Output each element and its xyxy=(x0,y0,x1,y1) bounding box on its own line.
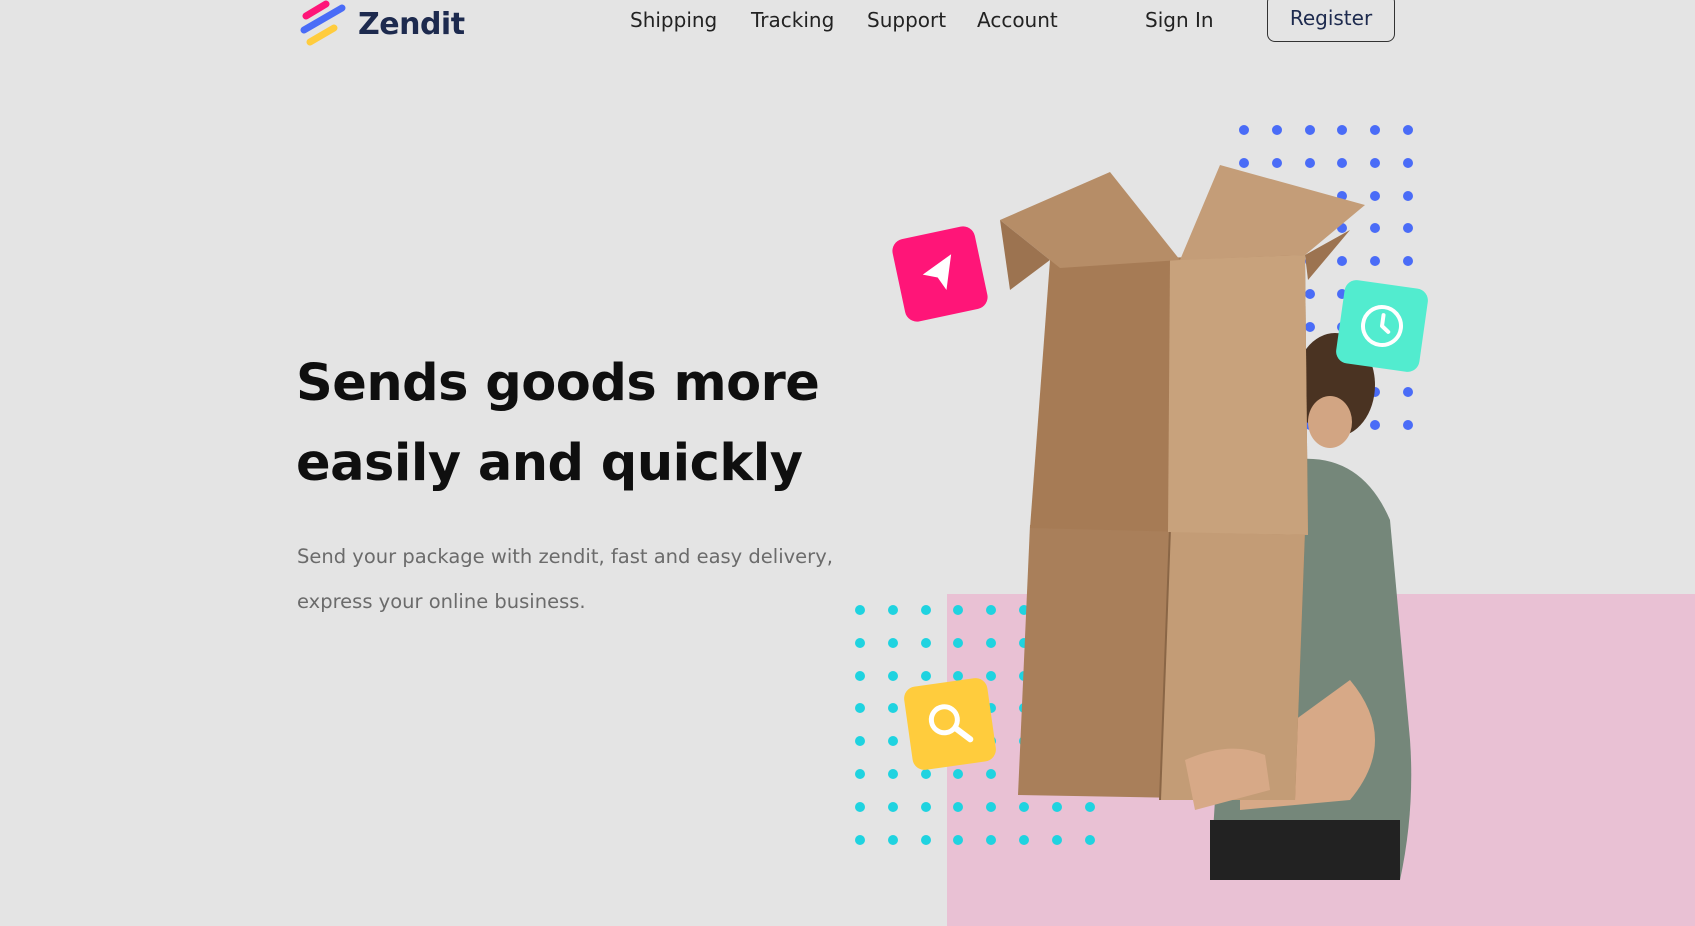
search-tile xyxy=(902,676,998,772)
dot xyxy=(855,801,865,812)
dot xyxy=(855,834,865,845)
top-navigation: Zendit Shipping Tracking Support Account… xyxy=(0,0,1695,60)
dot xyxy=(920,769,931,779)
nav-link-account[interactable]: Account xyxy=(977,8,1058,32)
dot xyxy=(855,670,865,681)
nav-link-support[interactable]: Support xyxy=(867,8,946,32)
hero-title-line-1: Sends goods more xyxy=(296,354,820,413)
brand-name: Zendit xyxy=(358,6,465,42)
dot xyxy=(1271,125,1282,135)
dot xyxy=(887,769,898,779)
brand-logo[interactable]: Zendit xyxy=(298,0,465,48)
hero-subtitle-line-1: Send your package with zendit, fast and … xyxy=(297,545,833,568)
hero-title: Sends goods more easily and quickly xyxy=(296,344,856,504)
sign-in-link[interactable]: Sign In xyxy=(1145,8,1214,32)
dot xyxy=(920,637,931,648)
search-icon xyxy=(928,704,974,743)
clock-tile xyxy=(1334,278,1430,374)
dot xyxy=(855,769,865,779)
zendit-logo-icon xyxy=(300,0,346,46)
dot xyxy=(920,801,931,812)
dot xyxy=(1239,125,1249,135)
send-arrow-icon xyxy=(922,254,952,291)
dot xyxy=(920,670,931,681)
hero-subtitle: Send your package with zendit, fast and … xyxy=(297,534,857,624)
dot xyxy=(887,605,898,615)
nav-link-shipping[interactable]: Shipping xyxy=(630,8,717,32)
dot xyxy=(887,801,898,812)
dot xyxy=(1403,125,1413,135)
dot xyxy=(1304,125,1315,135)
dot xyxy=(1370,125,1381,135)
dot xyxy=(887,834,898,845)
clock-icon xyxy=(1361,305,1403,347)
dot xyxy=(855,703,865,714)
dot xyxy=(887,670,898,681)
hero-title-line-2: easily and quickly xyxy=(296,434,803,493)
dot xyxy=(1337,125,1348,135)
register-button[interactable]: Register xyxy=(1267,0,1395,42)
dot xyxy=(887,637,898,648)
dot xyxy=(887,736,898,747)
dot xyxy=(855,637,865,648)
dot xyxy=(855,605,865,615)
hero-subtitle-line-2: express your online business. xyxy=(297,590,586,613)
dot xyxy=(855,736,865,747)
nav-link-tracking[interactable]: Tracking xyxy=(751,8,834,32)
send-tile xyxy=(890,224,990,324)
dot xyxy=(887,703,898,714)
delivery-person-illustration xyxy=(1000,165,1412,880)
dot xyxy=(920,834,931,845)
dot xyxy=(920,605,931,615)
dot xyxy=(953,834,964,845)
